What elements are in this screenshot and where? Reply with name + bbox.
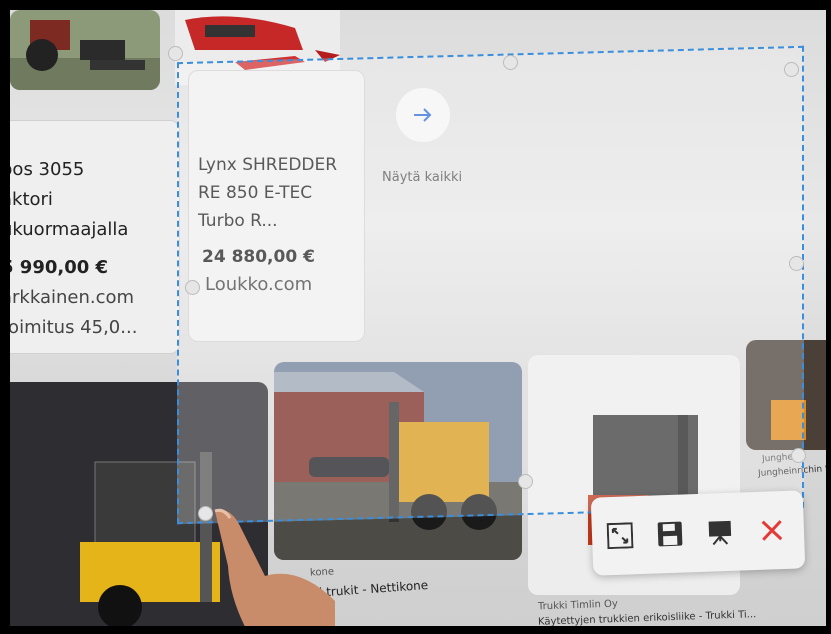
save-button[interactable] — [649, 514, 690, 553]
image-caption[interactable]: Käytettyjen trukkien erikoisliike - Truk… — [538, 609, 757, 626]
selection-handle-left[interactable] — [185, 280, 200, 295]
expand-icon — [606, 522, 634, 550]
screenshot-selection-area[interactable] — [177, 45, 804, 525]
expand-button[interactable] — [599, 516, 640, 555]
selection-handle-bottom-right[interactable] — [791, 448, 806, 463]
listing-shipping: toimitus 45,0... — [10, 317, 138, 338]
pointing-hand — [214, 508, 335, 626]
tractor-image[interactable] — [10, 10, 160, 90]
close-button[interactable] — [751, 511, 792, 550]
selection-handle-right[interactable] — [789, 256, 804, 271]
snip-toolbar — [590, 490, 806, 576]
listing-title-line: ukuormaajalla — [10, 219, 129, 240]
listing-title-line: bos 3055 — [10, 159, 85, 180]
pin-to-board-button[interactable] — [699, 513, 740, 552]
board-icon — [708, 520, 732, 546]
tractor-illustration — [10, 10, 160, 90]
listing-card-left[interactable]: bos 3055 aktori ukuormaajalla 5 990,00 €… — [10, 120, 180, 354]
listing-title-line: aktori — [10, 189, 53, 210]
selection-handle-top-right[interactable] — [784, 62, 799, 77]
selection-handle-bottom[interactable] — [518, 474, 533, 489]
listing-price: 5 990,00 € — [10, 257, 109, 278]
screen: bos 3055 aktori ukuormaajalla 5 990,00 €… — [10, 10, 826, 626]
selection-handle-top[interactable] — [503, 55, 518, 70]
image-source: Trukki Timlin Oy — [537, 598, 618, 613]
save-icon — [657, 521, 683, 547]
close-icon — [761, 520, 783, 541]
listing-seller: arkkainen.com — [10, 287, 135, 308]
selection-handle-top-left[interactable] — [168, 46, 183, 61]
